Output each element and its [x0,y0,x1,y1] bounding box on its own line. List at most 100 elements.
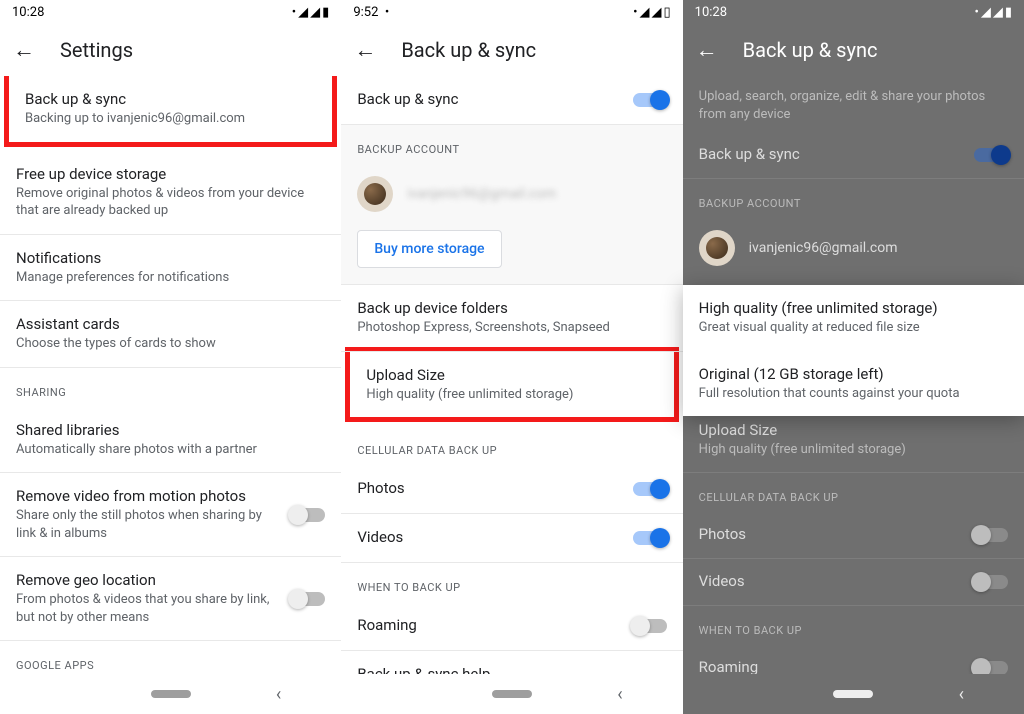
dot-icon: • [633,5,637,20]
item-shared-libraries[interactable]: Shared libraries Automatically share pho… [0,407,341,474]
signal-icon: ◢ [981,5,991,20]
back-arrow-icon[interactable]: ← [353,38,377,62]
item-title: Back up & sync help [357,665,666,674]
item-cellular-photos[interactable]: Photos [341,465,682,514]
item-assistant-cards[interactable]: Assistant cards Choose the types of card… [0,301,341,368]
status-time: 10:28 [695,5,727,20]
item-device-folders[interactable]: Back up device folders Photoshop Express… [341,284,682,352]
nav-bar: ‹ [0,674,341,714]
battery-icon: ▮ [322,5,329,20]
section-sharing-label: SHARING [0,368,341,407]
signal-icon: ◢ [652,5,662,20]
item-subtitle: Manage preferences for notifications [16,269,325,287]
status-bar: 10:28 • ◢ ◢ ▮ [0,0,341,24]
item-title: Remove geo location [16,571,277,589]
backup-account-row: ivanjenic96@gmail.com [683,218,1024,278]
settings-list: Back up & sync Backing up to ivanjenic96… [0,76,341,674]
option-subtitle: Full resolution that counts against your… [699,385,1008,403]
back-arrow-icon[interactable]: ← [12,38,36,62]
nav-home-pill[interactable] [833,690,873,698]
nav-back-icon[interactable]: ‹ [276,684,281,705]
item-upload-size[interactable]: Upload Size High quality (free unlimited… [350,352,673,418]
item-title: Roaming [357,616,618,634]
nav-back-icon[interactable]: ‹ [959,684,964,705]
avatar [357,176,393,212]
toggle-roaming[interactable] [633,619,667,633]
item-subtitle: Remove original photos & videos from you… [16,185,325,220]
item-title: Shared libraries [16,421,325,439]
item-title: Notifications [16,249,325,267]
status-icons: • ◢ ◢ ▯ [633,5,671,20]
signal-icon: ◢ [640,5,650,20]
item-roaming[interactable]: Roaming [341,602,682,651]
option-high-quality[interactable]: High quality (free unlimited storage) Gr… [683,285,1024,351]
dot-icon: • [292,5,296,20]
item-remove-motion-video[interactable]: Remove video from motion photos Share on… [0,473,341,557]
signal-icon: ◢ [310,5,320,20]
item-title: Remove video from motion photos [16,487,277,505]
back-arrow-icon[interactable]: ← [695,38,719,62]
item-remove-geo[interactable]: Remove geo location From photos & videos… [0,557,341,641]
toggle-backup[interactable] [633,93,667,107]
item-subtitle: From photos & videos that you share by l… [16,591,277,626]
time-text: 9:52 [353,5,378,20]
item-upload-size: Upload Size High quality (free unlimited… [683,408,1024,473]
item-title: Upload Size [699,421,1008,439]
backup-account-row[interactable]: ivanjenic96@gmail.com [341,164,682,224]
item-title: Upload Size [366,366,657,384]
highlight-upload-size: Upload Size High quality (free unlimited… [345,347,678,423]
status-bar: 10:28 • ◢ ◢ ▮ [683,0,1024,24]
screen-upload-size-dialog: 10:28 • ◢ ◢ ▮ ← Back up & sync Upload, s… [683,0,1024,714]
section-google-apps-label: GOOGLE APPS [0,641,341,674]
item-subtitle: Backing up to ivanjenic96@gmail.com [25,110,316,128]
toggle-videos [974,575,1008,589]
item-backup-sync-toggle[interactable]: Back up & sync [341,76,682,125]
backup-list: Back up & sync BACKUP ACCOUNT ivanjenic9… [341,76,682,674]
item-subtitle: High quality (free unlimited storage) [366,386,657,404]
screen-settings: 10:28 • ◢ ◢ ▮ ← Settings Back up & sync … [0,0,341,714]
status-icons: • ◢ ◢ ▮ [974,5,1012,20]
buy-storage-button[interactable]: Buy more storage [357,230,501,268]
item-notifications[interactable]: Notifications Manage preferences for not… [0,235,341,302]
nav-back-icon[interactable]: ‹ [617,684,622,705]
item-free-up-storage[interactable]: Free up device storage Remove original p… [0,151,341,235]
signal-icon: ◢ [298,5,308,20]
account-email: ivanjenic96@gmail.com [407,186,556,202]
section-cellular-label: CELLULAR DATA BACK UP [683,473,1024,512]
account-email: ivanjenic96@gmail.com [749,240,898,256]
highlight-backup-sync: Back up & sync Backing up to ivanjenic96… [4,76,337,147]
toggle-geo[interactable] [291,592,325,606]
item-backup-sync[interactable]: Back up & sync Backing up to ivanjenic96… [9,76,332,142]
nav-bar: ‹ [341,674,682,714]
status-icons: • ◢ ◢ ▮ [292,5,330,20]
item-cellular-photos: Photos [683,512,1024,559]
item-subtitle: Share only the still photos when sharing… [16,507,277,542]
nav-bar: ‹ [683,674,1024,714]
option-original[interactable]: Original (12 GB storage left) Full resol… [683,351,1024,417]
toggle-motion[interactable] [291,508,325,522]
app-bar: ← Back up & sync [341,24,682,76]
status-time: 10:28 [12,5,44,20]
app-bar: ← Settings [0,24,341,76]
toggle-photos [974,528,1008,542]
toggle-videos[interactable] [633,531,667,545]
intro-text: Upload, search, organize, edit & share y… [683,76,1024,132]
section-account-label: BACKUP ACCOUNT [341,125,682,164]
item-title: Roaming [699,658,1008,674]
item-cellular-videos[interactable]: Videos [341,514,682,563]
nav-home-pill[interactable] [151,690,191,698]
page-title: Settings [60,38,133,62]
avatar [699,230,735,266]
item-roaming: Roaming [683,645,1024,674]
item-title: Back up device folders [357,299,666,317]
item-title: Back up & sync [357,90,618,108]
section-account-label: BACKUP ACCOUNT [683,179,1024,218]
toggle-photos[interactable] [633,482,667,496]
toggle-backup [974,148,1008,162]
item-backup-help[interactable]: Back up & sync help [341,651,682,674]
item-title: Videos [699,572,1008,590]
upload-size-popup: High quality (free unlimited storage) Gr… [683,285,1024,416]
app-bar: ← Back up & sync [683,24,1024,76]
nav-home-pill[interactable] [492,690,532,698]
status-time: 9:52 • [353,5,389,20]
